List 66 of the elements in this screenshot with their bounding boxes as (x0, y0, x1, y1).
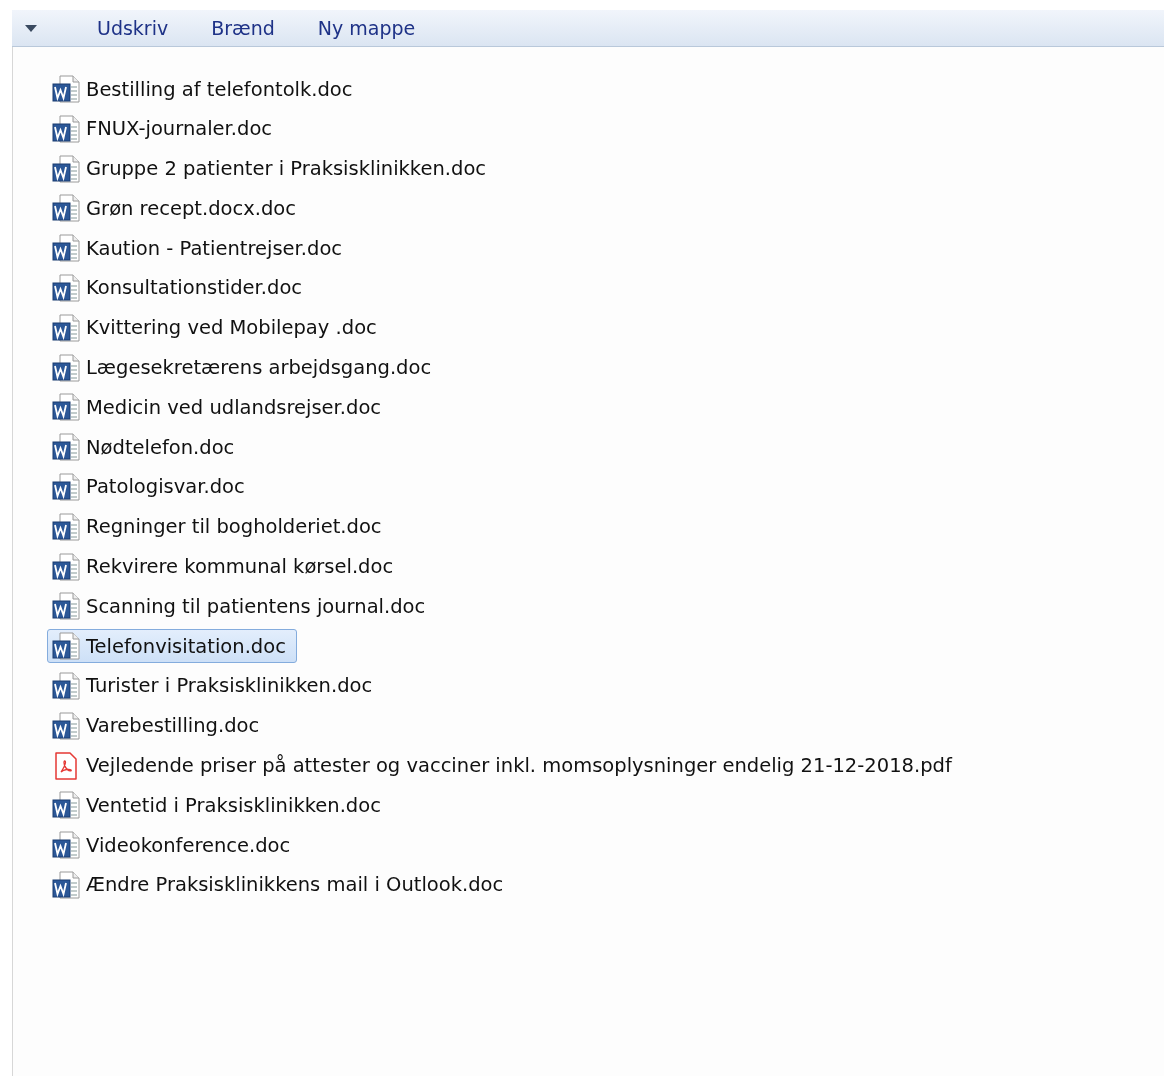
word-document-icon (50, 192, 82, 225)
file-name: Varebestilling.doc (86, 714, 260, 738)
file-item[interactable]: Lægesekretærens arbejdsgang.doc (47, 350, 443, 385)
file-item[interactable]: Varebestilling.doc (47, 708, 271, 743)
word-document-icon (50, 152, 82, 185)
word-document-icon (50, 431, 82, 464)
file-item[interactable]: Medicin ved udlandsrejser.doc (47, 390, 393, 425)
file-name: Patologisvar.doc (86, 475, 245, 499)
word-document-icon (50, 669, 82, 702)
file-item[interactable]: Kvittering ved Mobilepay .doc (47, 310, 388, 345)
word-document-icon (50, 272, 82, 304)
file-name: Scanning til patientens journal.doc (86, 594, 426, 618)
word-document-icon (50, 630, 82, 663)
word-document-icon (50, 391, 82, 424)
word-document-icon (50, 112, 82, 145)
file-name: Videokonference.doc (86, 833, 291, 857)
file-name: Rekvirere kommunal kørsel.doc (86, 555, 394, 579)
word-document-icon (50, 868, 82, 901)
word-document-icon (50, 550, 82, 583)
file-item[interactable]: Nødtelefon.doc (47, 430, 246, 465)
file-name: Kvittering ved Mobilepay .doc (86, 316, 377, 340)
file-name: FNUX-journaler.doc (86, 117, 273, 141)
word-document-icon (50, 73, 82, 105)
file-item[interactable]: FNUX-journaler.doc (47, 111, 284, 146)
file-item[interactable]: Telefonvisitation.doc (47, 629, 297, 664)
file-item[interactable]: Grøn recept.docx.doc (47, 191, 307, 226)
word-document-icon (50, 311, 82, 344)
file-name: Nødtelefon.doc (86, 435, 235, 459)
file-item[interactable]: Gruppe 2 patienter i Praksisklinikken.doc (47, 151, 498, 186)
file-item[interactable]: Ændre Praksisklinikkens mail i Outlook.doc (47, 867, 515, 902)
file-name: Vejledende priser på attester og vacciner inkl. momsoplysninger endelig 21-12-2018.pdf (86, 754, 952, 778)
file-item[interactable]: Kaution - Patientrejser.doc (47, 231, 354, 266)
file-item[interactable]: Turister i Praksisklinikken.doc (47, 668, 384, 703)
word-document-icon (50, 590, 82, 623)
file-item[interactable]: Vejledende priser på attester og vacciner inkl. momsoplysninger endelig 21-12-2018.pdf (47, 748, 963, 783)
file-item[interactable]: Bestilling af telefontolk.doc (47, 72, 364, 106)
file-item[interactable]: Scanning til patientens journal.doc (47, 589, 437, 624)
file-name: Telefonvisitation.doc (86, 634, 286, 658)
word-document-icon (50, 829, 82, 862)
word-document-icon (50, 789, 82, 822)
file-item[interactable]: Ventetid i Praksisklinikken.doc (47, 788, 392, 823)
word-document-icon (50, 510, 82, 543)
file-name: Turister i Praksisklinikken.doc (86, 674, 373, 698)
toolbar-button[interactable]: Brænd (197, 13, 289, 43)
word-document-icon (50, 709, 82, 742)
file-name: Kaution - Patientrejser.doc (86, 236, 343, 260)
file-item[interactable]: Konsultationstider.doc (47, 271, 314, 305)
file-name: Regninger til bogholderiet.doc (86, 515, 382, 539)
file-name: Grøn recept.docx.doc (86, 196, 296, 220)
file-item[interactable]: Videokonference.doc (47, 828, 302, 863)
file-name: Medicin ved udlandsrejser.doc (86, 395, 382, 419)
file-name: Bestilling af telefontolk.doc (86, 77, 353, 101)
file-name: Ændre Praksisklinikkens mail i Outlook.doc (86, 873, 504, 897)
word-document-icon (50, 232, 82, 265)
toolbar-button[interactable]: Ny mappe (303, 13, 430, 43)
toolbar-button[interactable]: Udskriv (83, 13, 183, 43)
word-document-icon (50, 351, 82, 384)
caret-icon[interactable] (25, 24, 37, 32)
file-item[interactable]: Patologisvar.doc (47, 469, 256, 504)
file-item[interactable]: Regninger til bogholderiet.doc (47, 509, 393, 544)
file-name: Konsultationstider.doc (86, 276, 303, 300)
file-name: Gruppe 2 patienter i Praksisklinikken.doc (86, 157, 487, 181)
file-name: Lægesekretærens arbejdsgang.doc (86, 356, 432, 380)
word-document-icon (50, 470, 82, 503)
file-item[interactable]: Rekvirere kommunal kørsel.doc (47, 549, 405, 584)
file-name: Ventetid i Praksisklinikken.doc (86, 793, 381, 817)
